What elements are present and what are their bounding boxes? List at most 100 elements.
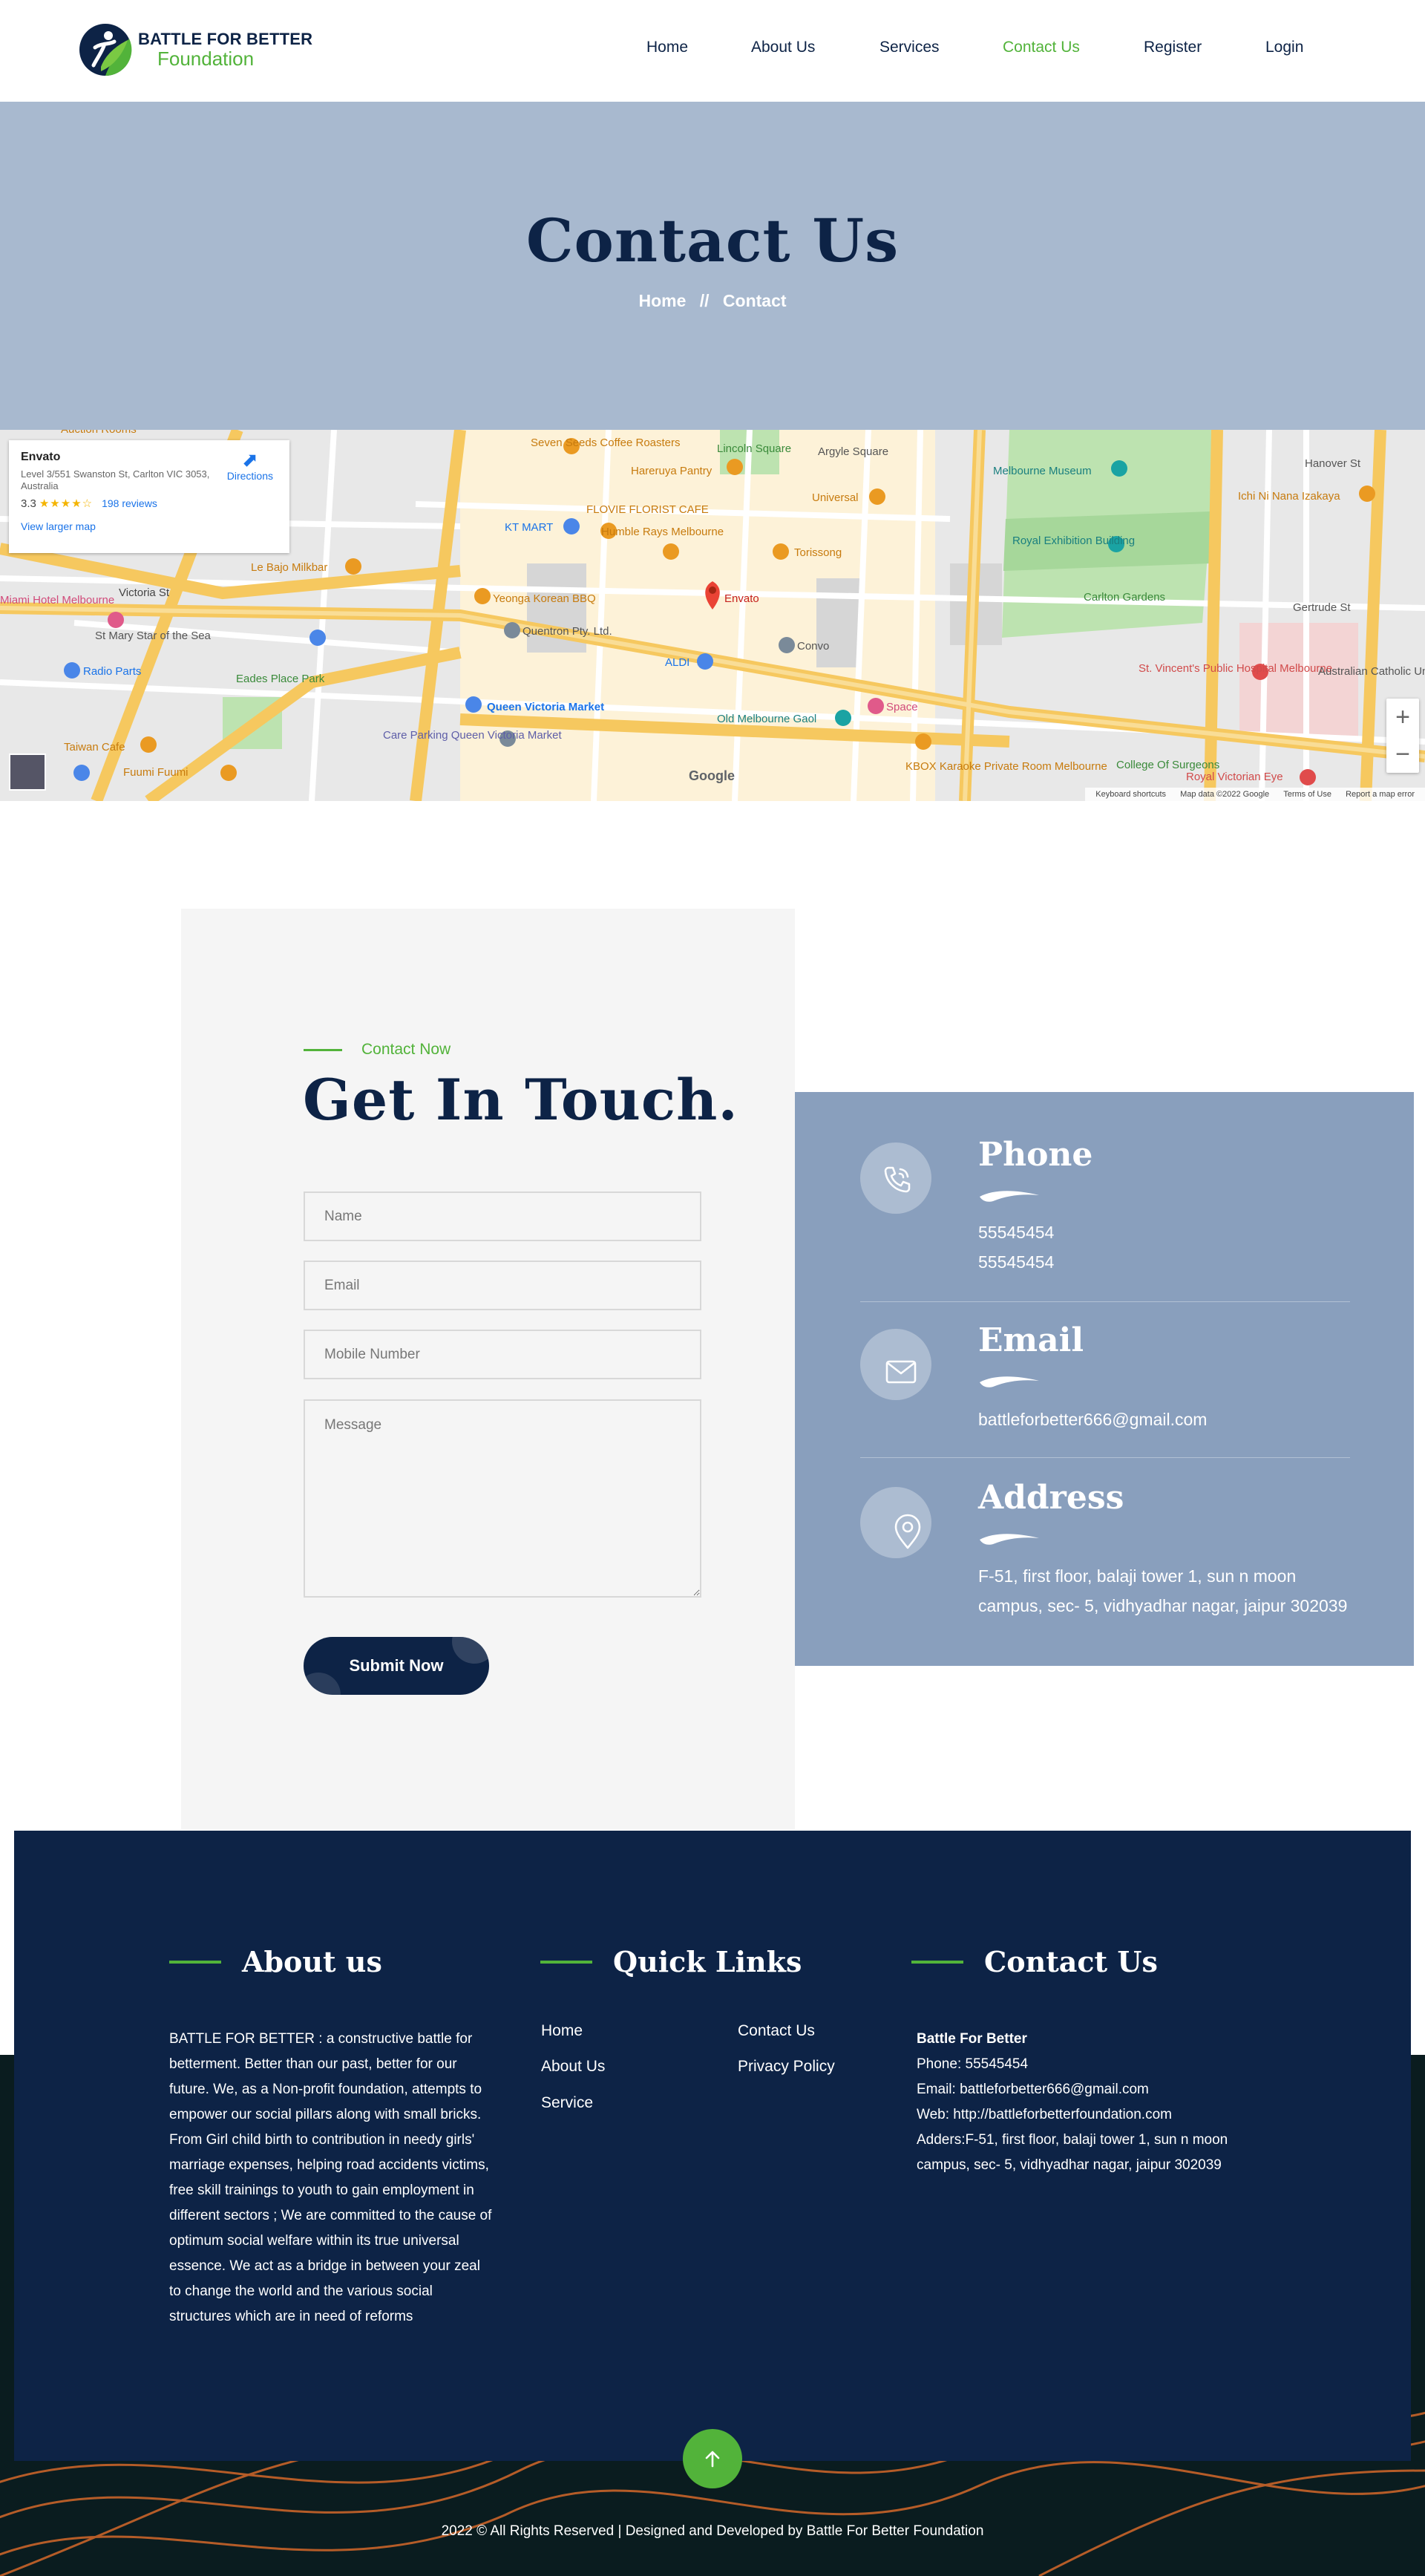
email-input[interactable] xyxy=(304,1261,701,1310)
breadcrumb-home[interactable]: Home xyxy=(638,291,686,310)
site-header: BATTLE FOR BETTER Foundation Home About … xyxy=(0,0,1425,102)
map-label-torissong: Torissong xyxy=(794,546,842,559)
map-label-auction: Auction Rooms xyxy=(61,430,137,436)
footer-link-home[interactable]: Home xyxy=(541,2022,583,2040)
footer-contact-address: Adders:F-51, first floor, balaji tower 1… xyxy=(917,2132,1228,2173)
map-label-convo: Convo xyxy=(797,640,829,653)
nav-about-us[interactable]: About Us xyxy=(751,39,815,56)
tag-line xyxy=(304,1048,342,1051)
google-logo: Google xyxy=(689,768,735,783)
map-label-argyle: Argyle Square xyxy=(818,445,888,458)
nav-contact-us[interactable]: Contact Us xyxy=(1003,39,1080,56)
breadcrumb-current: Contact xyxy=(722,291,787,310)
address-line-1: F-51, first floor, balaji tower 1, sun n… xyxy=(978,1566,1297,1586)
submit-button[interactable]: Submit Now xyxy=(304,1637,489,1695)
map-reviews-link[interactable]: 198 reviews xyxy=(102,497,157,509)
map-label-envato: Envato xyxy=(724,592,759,605)
footer-link-about-us[interactable]: About Us xyxy=(541,2058,605,2076)
directions-label: Directions xyxy=(226,470,273,482)
brush-stroke-icon xyxy=(980,1191,1039,1202)
brush-stroke-icon xyxy=(980,1376,1039,1387)
email-title: Email xyxy=(978,1321,1084,1359)
phone-title: Phone xyxy=(978,1136,1093,1174)
message-textarea[interactable] xyxy=(304,1399,701,1598)
footer-about-text: BATTLE FOR BETTER : a constructive battl… xyxy=(169,2031,492,2324)
map-keyboard-shortcuts[interactable]: Keyboard shortcuts xyxy=(1095,790,1166,799)
scroll-to-top-button[interactable] xyxy=(683,2429,742,2488)
map-label-kbox: KBOX Karaoke Private Room Melbourne xyxy=(905,760,1107,773)
embedded-map[interactable]: Seven Seeds Coffee Roasters Hareruya Pan… xyxy=(0,430,1425,801)
map-zoom-control: + − xyxy=(1386,699,1419,773)
email-line[interactable]: battleforbetter666@gmail.com xyxy=(978,1405,1207,1434)
footer-link-contact-us[interactable]: Contact Us xyxy=(738,2022,815,2040)
tag-label: Contact Now xyxy=(361,1041,451,1058)
view-larger-map-link[interactable]: View larger map xyxy=(21,520,278,532)
name-input[interactable] xyxy=(304,1191,701,1241)
map-label-seven-seeds: Seven Seeds Coffee Roasters xyxy=(531,437,681,449)
map-label-college: College Of Surgeons xyxy=(1116,759,1219,771)
map-label-carlton-gardens: Carlton Gardens xyxy=(1084,591,1165,604)
street-view-thumbnail[interactable] xyxy=(9,753,46,791)
map-label-miami: Miami Hotel Melbourne xyxy=(0,594,114,607)
map-label-exhibition: Royal Exhibition Building xyxy=(1012,535,1135,547)
directions-button[interactable]: ⬈ Directions xyxy=(227,449,273,482)
zoom-out-button[interactable]: − xyxy=(1386,736,1419,773)
map-label-flovie: FLOVIE FLORIST CAFE xyxy=(586,503,709,516)
map-report-error-link[interactable]: Report a map error xyxy=(1346,790,1415,799)
address-line-2: campus, sec- 5, vidhyadhar nagar, jaipur… xyxy=(978,1596,1348,1615)
zoom-in-button[interactable]: + xyxy=(1386,699,1419,736)
map-label-acu: Australian Catholic University Melbourne xyxy=(1318,665,1425,678)
map-label-star: St Mary Star of the Sea xyxy=(95,630,212,642)
nav-login[interactable]: Login xyxy=(1265,39,1303,56)
map-label-quentron: Quentron Pty. Ltd. xyxy=(522,625,612,638)
footer-contact-web: Web: http://battleforbetterfoundation.co… xyxy=(917,2107,1172,2122)
map-label-victoria-st: Victoria St xyxy=(119,586,170,599)
arrow-up-icon xyxy=(705,2451,720,2468)
map-place-address: Level 3/551 Swanston St, Carlton VIC 305… xyxy=(21,468,210,491)
phone-line-2[interactable]: 55545454 xyxy=(978,1247,1054,1277)
map-label-humble: Humble Rays Melbourne xyxy=(601,526,724,538)
phone-line-1[interactable]: 55545454 xyxy=(978,1217,1054,1247)
info-divider xyxy=(860,1301,1350,1302)
address-title: Address xyxy=(978,1479,1124,1517)
map-label-care-park: Care Parking Queen Victoria Market xyxy=(383,729,562,742)
footer-about-heading: About us xyxy=(169,1945,382,1978)
map-label-lincoln: Lincoln Square xyxy=(717,442,791,455)
footer-quick-links-heading: Quick Links xyxy=(540,1945,802,1978)
nav-home[interactable]: Home xyxy=(646,39,688,56)
footer-contact-email: Email: battleforbetter666@gmail.com xyxy=(917,2082,1149,2097)
footer-contact-org: Battle For Better xyxy=(917,2031,1027,2047)
map-label-taiwan: Taiwan Cafe xyxy=(64,741,125,753)
brush-stroke-icon xyxy=(980,1534,1039,1545)
map-rating: 3.3 ★★★★☆ 198 reviews xyxy=(21,497,278,510)
map-label-universal: Universal xyxy=(812,491,859,504)
rating-stars-icon: ★★★★☆ xyxy=(39,497,94,510)
info-divider xyxy=(860,1457,1350,1458)
directions-icon: ⬈ xyxy=(241,448,258,471)
map-label-st-vincent: St. Vincent's Public Hospital Melbourne xyxy=(1139,662,1332,675)
mobile-input[interactable] xyxy=(304,1330,701,1379)
footer-link-service[interactable]: Service xyxy=(541,2094,593,2112)
map-label-bijou: Le Bajo Milkbar xyxy=(251,561,327,574)
footer-contact-details: Battle For Better Phone: 55545454 Email:… xyxy=(917,2027,1228,2178)
map-label-qvm: Queen Victoria Market xyxy=(487,701,604,713)
nav-register[interactable]: Register xyxy=(1144,39,1202,56)
contact-now-tag: Contact Now xyxy=(304,1041,451,1059)
map-data-credit: Map data ©2022 Google xyxy=(1180,790,1270,799)
map-label-radio: Radio Parts xyxy=(83,665,141,678)
phone-icon-badge xyxy=(860,1142,931,1214)
map-terms-link[interactable]: Terms of Use xyxy=(1283,790,1331,799)
map-label-space: Space xyxy=(886,701,918,713)
main-nav: Home About Us Services Contact Us Regist… xyxy=(0,39,1425,65)
submit-label: Submit Now xyxy=(349,1656,444,1675)
address-icon-badge xyxy=(860,1487,931,1558)
map-label-museum: Melbourne Museum xyxy=(993,465,1092,477)
page-title: Contact Us xyxy=(525,206,900,275)
map-attribution: Keyboard shortcuts Map data ©2022 Google… xyxy=(1085,788,1425,801)
footer-link-privacy-policy[interactable]: Privacy Policy xyxy=(738,2058,835,2076)
map-label-hareruya: Hareruya Pantry xyxy=(631,465,712,477)
phone-icon xyxy=(884,1166,911,1193)
footer-contact-phone: Phone: 55545454 xyxy=(917,2056,1029,2072)
nav-services[interactable]: Services xyxy=(879,39,940,56)
footer-about-title: About us xyxy=(242,1945,382,1978)
